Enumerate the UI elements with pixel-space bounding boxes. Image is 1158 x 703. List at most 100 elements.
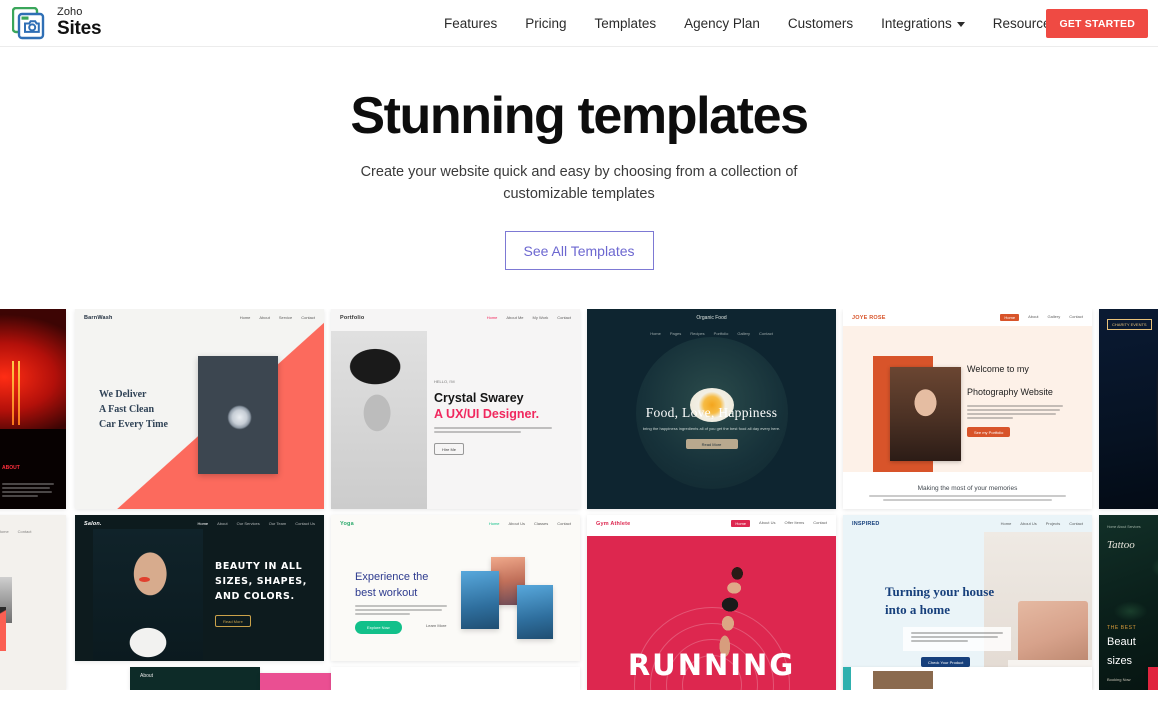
template-card-decor[interactable]: HomeContact [0, 515, 66, 690]
template-nav-link: About [217, 521, 228, 526]
template-card-salon[interactable]: Salon. Home About Our Services Our Team … [75, 515, 324, 661]
template-headline: RUNNING [627, 648, 796, 682]
template-nav-link: Projects [1045, 521, 1061, 526]
portrait-photo [331, 331, 427, 509]
see-all-templates-button[interactable]: See All Templates [504, 231, 654, 270]
template-nav-link: Our Team [268, 521, 287, 526]
template-logo: Gym Athlete [596, 520, 631, 527]
brand-logo-link[interactable]: Zoho Sites [11, 6, 102, 40]
site-header: Zoho Sites Features Pricing Templates Ag… [0, 0, 1158, 47]
nav-label: Pricing [525, 16, 567, 31]
template-card-running[interactable]: Gym Athlete Home About Us Offer Items Co… [587, 515, 836, 690]
template-tag: CHARITY EVENTS [1107, 319, 1152, 330]
template-nav-links: Home About Me My Work Contact [487, 315, 571, 320]
template-nav-link: Home [486, 315, 498, 320]
nav-item-integrations[interactable]: Integrations [867, 0, 979, 47]
chevron-down-icon [956, 22, 965, 27]
template-thumbnail: Organic Food Home Pages Recipes Portfoli… [587, 309, 836, 509]
page-title: Stunning templates [350, 87, 809, 145]
template-nav-links: Home About Us Offer Items Contact [731, 520, 827, 527]
template-mini-nav: Portfolio Home About Me My Work Contact [331, 309, 580, 326]
furniture-detail [873, 671, 933, 689]
placeholder-text-lines [2, 483, 54, 497]
artwork-frame [0, 607, 6, 651]
nav-item-customers[interactable]: Customers [774, 0, 867, 47]
template-cta: Read More [215, 615, 251, 627]
template-card-car-wash[interactable]: BarnWash Home About Service Contact We D… [75, 309, 324, 509]
template-nav-link: Our Services [236, 521, 260, 526]
hero-section: Stunning templates Create your website q… [0, 47, 1158, 270]
template-subheadline: sizes [1107, 655, 1133, 667]
template-headline: Turning your house into a home [885, 584, 995, 617]
yoga-photo [517, 585, 553, 639]
template-nav-link: Contact [813, 520, 827, 525]
brand-name-sites: Sites [57, 18, 102, 39]
template-logo: JOYE ROSE [852, 314, 886, 321]
template-nav-links: Home Pages Recipes Portfolio Gallery Con… [587, 331, 836, 336]
template-headline: Beaut [1107, 636, 1136, 648]
template-nav-link: Contact [759, 331, 773, 336]
template-thumbnail [331, 667, 580, 690]
template-card-concert[interactable]: ABOUT [0, 309, 66, 509]
template-card-portfolio[interactable]: Portfolio Home About Me My Work Contact … [331, 309, 580, 509]
template-thumbnail: JOYE ROSE Home About Gallery Contact Wel… [843, 309, 1092, 509]
hero-button-wrap: See All Templates [0, 231, 1158, 270]
stage-light-beam [12, 361, 14, 425]
placeholder-text-lines [869, 495, 1066, 501]
template-subheadline: Photography Website [967, 387, 1053, 397]
template-tag: ABOUT [2, 465, 20, 471]
yoga-photo [461, 571, 499, 629]
template-card-row3-white[interactable] [331, 667, 580, 690]
template-nav-link: About Us [759, 520, 776, 525]
template-card-charity[interactable]: CHARITY EVENTS [1099, 309, 1158, 509]
template-card-food[interactable]: Organic Food Home Pages Recipes Portfoli… [587, 309, 836, 509]
template-card-row3-dark[interactable]: About [130, 667, 260, 690]
template-cta: Read More [685, 439, 738, 449]
stage-light-beam [18, 361, 20, 425]
zoho-sites-logo-icon [11, 6, 50, 40]
template-headline: Welcome to my [967, 364, 1029, 374]
template-logo: INSPIRED [852, 520, 880, 527]
template-card-row3-office[interactable] [843, 667, 1092, 690]
template-footer-text: Making the most of your memories [917, 485, 1018, 492]
template-thumbnail: Salon. Home About Our Services Our Team … [75, 515, 324, 661]
main-navigation: Features Pricing Templates Agency Plan C… [430, 0, 1084, 47]
template-nav-link: Pages [669, 331, 682, 336]
template-card-tattoo[interactable]: Home About Services Tattoo THE BEST Beau… [1099, 515, 1158, 690]
placeholder-text-lines [355, 605, 447, 615]
template-nav-link: Contact [557, 315, 571, 320]
template-thumbnail: CHARITY EVENTS [1099, 309, 1158, 509]
template-cta: Explore Now [355, 621, 402, 634]
template-nav-link: Home [650, 331, 661, 336]
template-nav-link: Home [488, 521, 500, 526]
nav-item-features[interactable]: Features [430, 0, 511, 47]
template-card-row3-red[interactable] [1148, 667, 1158, 690]
template-mini-nav: Gym Athlete Home About Us Offer Items Co… [587, 515, 836, 532]
placeholder-text-lines [434, 427, 552, 433]
template-nav-link: Home [1000, 521, 1012, 526]
template-nav-link: About Us [1020, 521, 1037, 526]
nav-item-templates[interactable]: Templates [581, 0, 671, 47]
template-kicker: HELLO, I'M [434, 379, 455, 384]
template-nav-link: Service [278, 315, 293, 320]
template-nav-link: Gallery [1047, 314, 1061, 319]
template-logo: Organic Food [696, 315, 727, 321]
nav-item-pricing[interactable]: Pricing [511, 0, 580, 47]
template-thumbnail: BarnWash Home About Service Contact We D… [75, 309, 324, 509]
nav-label: Integrations [881, 16, 952, 31]
template-thumbnail: About [130, 667, 260, 690]
template-thumbnail: HomeContact [0, 515, 66, 690]
template-logo: Salon. [84, 520, 102, 527]
template-card-interior[interactable]: INSPIRED Home About Us Projects Contact … [843, 515, 1092, 690]
template-nav-link: Home [239, 315, 251, 320]
nav-item-agency-plan[interactable]: Agency Plan [670, 0, 774, 47]
template-nav-link: About [1028, 314, 1039, 319]
template-nav-link: Home [731, 520, 751, 527]
template-gallery: ABOUT BarnWash Home About Service Contac… [0, 309, 1158, 690]
template-card-yoga[interactable]: Yoga Home About Us Classes Contact Exper… [331, 515, 580, 661]
template-thumbnail: ABOUT [0, 309, 66, 509]
template-secondary-link: Learn More [426, 623, 447, 628]
get-started-button[interactable]: GET STARTED [1046, 9, 1148, 38]
template-logo: Yoga [340, 520, 354, 527]
template-card-photography[interactable]: JOYE ROSE Home About Gallery Contact Wel… [843, 309, 1092, 509]
